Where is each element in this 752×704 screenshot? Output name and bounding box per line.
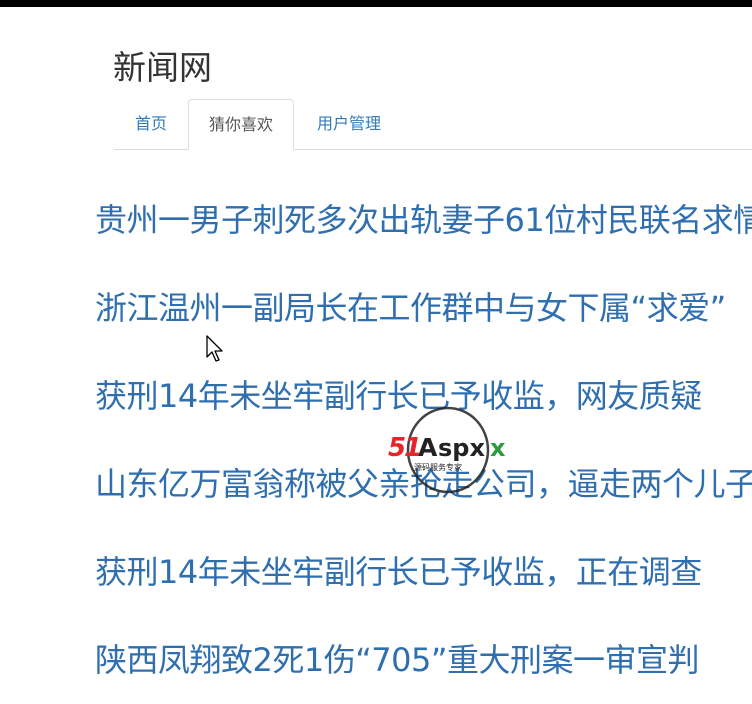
tab-home[interactable]: 首页 (114, 99, 188, 148)
news-link[interactable]: 获刑14年未坐牢副行长已予收监，正在调查 (95, 553, 702, 591)
svg-text:A: A (418, 433, 438, 462)
list-item: 贵州一男子刺死多次出轨妻子61位村民联名求情 (95, 176, 752, 264)
list-item: 获刑14年未坐牢副行长已予收监，正在调查 (95, 528, 752, 616)
svg-text:x: x (490, 434, 506, 462)
news-link[interactable]: 浙江温州一副局长在工作群中与女下属“求爱” (95, 289, 726, 327)
tab-guess-you-like[interactable]: 猜你喜欢 (188, 99, 294, 150)
list-item: 陕西凤翔致2死1伤“705”重大刑案一审宣判 (95, 616, 752, 704)
svg-text:spx: spx (438, 434, 485, 462)
window-top-edge (0, 0, 752, 7)
site-title: 新闻网 (113, 48, 212, 87)
watermark-logo: 5 1 A spx x 源码服务专家 (388, 406, 506, 494)
watermark-tagline: 源码服务专家 (414, 462, 462, 472)
news-link[interactable]: 陕西凤翔致2死1伤“705”重大刑案一审宣判 (95, 641, 699, 679)
list-item: 浙江温州一副局长在工作群中与女下属“求爱” (95, 264, 752, 352)
news-link[interactable]: 贵州一男子刺死多次出轨妻子61位村民联名求情 (95, 201, 752, 239)
tab-user-management[interactable]: 用户管理 (294, 99, 404, 148)
nav-tabs: 首页 猜你喜欢 用户管理 (114, 99, 752, 150)
mouse-pointer-icon (206, 335, 223, 362)
